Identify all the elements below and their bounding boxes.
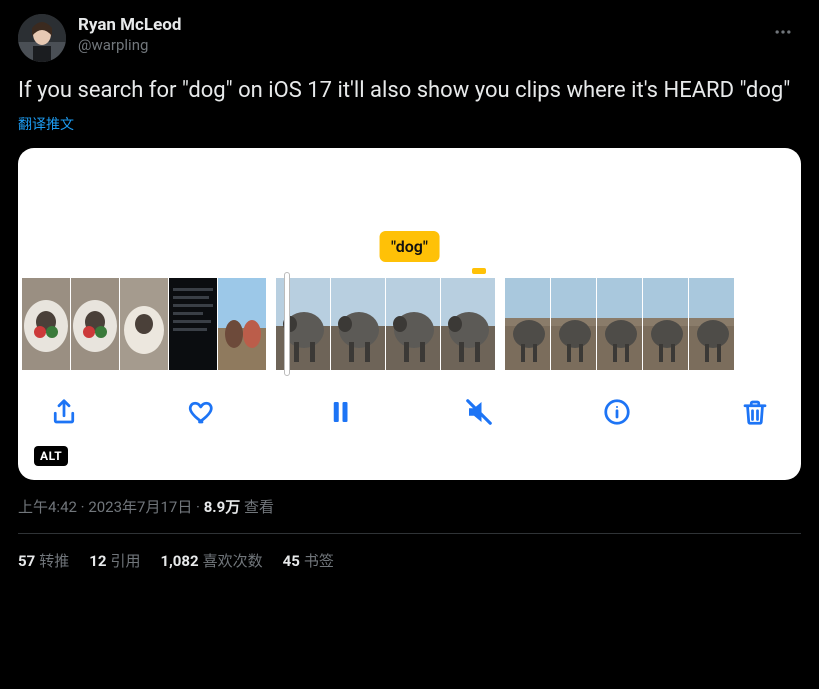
share-icon <box>49 397 79 427</box>
media-top-area: "dog" <box>18 148 801 278</box>
separator: · <box>192 498 203 516</box>
tweet-text: If you search for "dog" on iOS 17 it'll … <box>18 76 801 106</box>
thumb <box>505 278 550 370</box>
tweet-header: Ryan McLeod @warpling <box>18 14 801 62</box>
media-toolbar <box>18 370 801 430</box>
stat-likes[interactable]: 1,082 喜欢次数 <box>160 550 262 571</box>
thumb <box>71 278 119 370</box>
stat-quotes[interactable]: 12引用 <box>89 550 140 571</box>
views-label: 查看 <box>240 498 274 516</box>
clip-group-1[interactable] <box>22 278 266 370</box>
stats-row: 57转推 12引用 1,082 喜欢次数 45书签 <box>18 534 801 571</box>
callout-tick <box>472 268 486 274</box>
speaker-muted-icon <box>464 397 494 427</box>
heart-icon <box>187 397 217 427</box>
stat-retweets[interactable]: 57转推 <box>18 550 69 571</box>
mute-button[interactable] <box>461 394 497 430</box>
delete-button[interactable] <box>737 394 773 430</box>
thumb <box>597 278 642 370</box>
translate-link[interactable]: 翻译推文 <box>18 114 801 134</box>
stat-bookmarks[interactable]: 45书签 <box>283 550 334 571</box>
thumb <box>331 278 385 370</box>
thumb <box>218 278 266 370</box>
tweet-container: Ryan McLeod @warpling If you search for … <box>0 0 819 571</box>
stat-label: 书签 <box>304 552 334 570</box>
thumb <box>551 278 596 370</box>
handle: @warpling <box>78 36 765 55</box>
stat-count: 1,082 <box>160 552 198 570</box>
stat-count: 45 <box>283 552 300 570</box>
separator: · <box>77 498 88 516</box>
stat-label: 转推 <box>39 552 69 570</box>
search-callout: "dog" <box>379 231 440 262</box>
clip-group-2[interactable] <box>276 278 495 370</box>
stat-count: 57 <box>18 552 35 570</box>
clip-group-3[interactable] <box>505 278 734 370</box>
trash-icon <box>740 397 770 427</box>
thumb <box>689 278 734 370</box>
thumb <box>22 278 70 370</box>
stat-count: 12 <box>89 552 106 570</box>
info-icon <box>602 397 632 427</box>
stat-label: 喜欢次数 <box>203 552 263 570</box>
thumb <box>386 278 440 370</box>
playhead[interactable] <box>284 272 290 376</box>
thumb <box>169 278 217 370</box>
author-block[interactable]: Ryan McLeod @warpling <box>78 14 765 55</box>
more-icon <box>773 22 793 42</box>
thumb <box>643 278 688 370</box>
display-name: Ryan McLeod <box>78 15 765 36</box>
info-button[interactable] <box>599 394 635 430</box>
avatar[interactable] <box>18 14 66 62</box>
pause-icon <box>325 397 355 427</box>
media-card[interactable]: "dog" <box>18 148 801 480</box>
pause-button[interactable] <box>322 394 358 430</box>
tweet-meta[interactable]: 上午4:42 · 2023年7月17日 · 8.9万 查看 <box>18 496 801 517</box>
time: 上午4:42 <box>18 498 77 516</box>
date: 2023年7月17日 <box>88 498 192 516</box>
thumb <box>441 278 495 370</box>
thumb <box>120 278 168 370</box>
stat-label: 引用 <box>110 552 140 570</box>
views-count: 8.9万 <box>204 498 241 516</box>
filmstrip <box>18 278 801 370</box>
alt-badge[interactable]: ALT <box>34 446 68 466</box>
more-button[interactable] <box>765 14 801 50</box>
like-button[interactable] <box>184 394 220 430</box>
share-button[interactable] <box>46 394 82 430</box>
